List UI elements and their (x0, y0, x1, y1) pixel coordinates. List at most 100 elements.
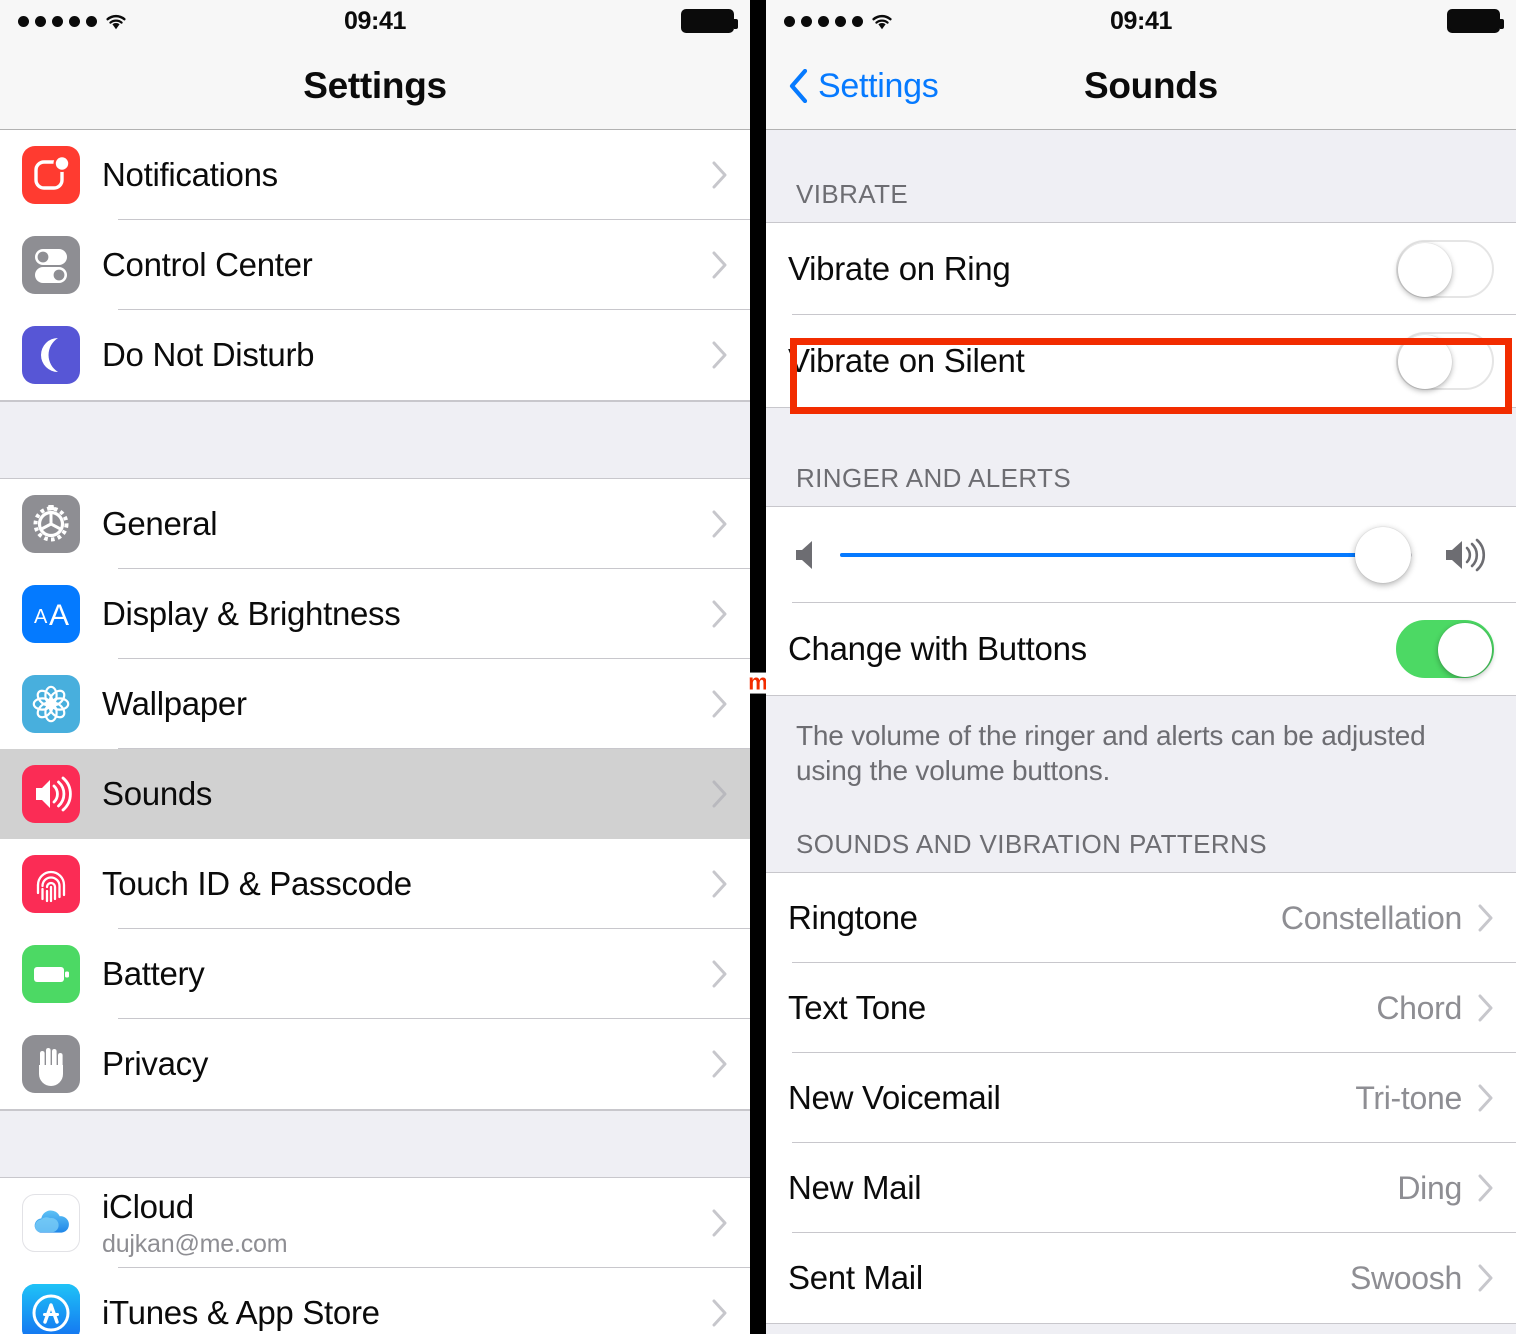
sidebar-item-display-brightness[interactable]: A A Display & Brightness (0, 569, 750, 659)
battery-status-icon (681, 9, 738, 33)
row-label: Ringtone (788, 899, 918, 936)
sidebar-item-do-not-disturb[interactable]: Do Not Disturb (0, 310, 750, 400)
chevron-right-icon (712, 251, 727, 279)
chevron-right-icon (712, 780, 727, 808)
row-label: New Mail (788, 1169, 922, 1206)
chevron-right-icon (712, 690, 727, 718)
status-bar-right: 09:41 (766, 0, 1516, 42)
sidebar-item-icloud[interactable]: iCloud dujkan@me.com (0, 1178, 750, 1268)
sidebar-item-label: General (102, 505, 218, 542)
sidebar-item-label: Privacy (102, 1045, 209, 1082)
vibrate-on-ring-toggle[interactable] (1396, 240, 1494, 298)
chevron-right-icon (712, 870, 727, 898)
battery-status-icon (1447, 9, 1504, 33)
change-with-buttons-toggle[interactable] (1396, 620, 1494, 678)
sidebar-item-label: Control Center (102, 246, 313, 283)
row-change-with-buttons[interactable]: Change with Buttons (766, 603, 1516, 695)
speaker-low-icon (796, 541, 812, 569)
sound-patterns-group: Ringtone Constellation Text Tone Chord N… (766, 872, 1516, 1324)
nav-bar-right: Settings Sounds (766, 42, 1516, 130)
row-sent-mail[interactable]: Sent Mail Swoosh (766, 1233, 1516, 1323)
sidebar-item-label: iTunes & App Store (102, 1294, 380, 1331)
sidebar-item-touch-id-passcode[interactable]: Touch ID & Passcode (0, 839, 750, 929)
row-label: Vibrate on Ring (788, 250, 1011, 287)
chevron-right-icon (712, 960, 727, 988)
row-label: New Voicemail (788, 1079, 1001, 1116)
sidebar-item-general[interactable]: General (0, 479, 750, 569)
sidebar-item-label: Notifications (102, 156, 278, 193)
text-size-icon: A A (22, 585, 80, 643)
icloud-icon (22, 1194, 80, 1252)
section-header-vibrate: VIBRATE (766, 130, 1516, 222)
sidebar-item-control-center[interactable]: Control Center (0, 220, 750, 310)
vibrate-group: Vibrate on Ring Vibrate on Silent (766, 222, 1516, 408)
svg-text:A: A (34, 606, 48, 628)
chevron-right-icon (712, 161, 727, 189)
row-vibrate-on-ring[interactable]: Vibrate on Ring (766, 223, 1516, 315)
section-gap-1 (0, 401, 750, 479)
row-value: Swoosh (1349, 1259, 1462, 1296)
fingerprint-icon (22, 855, 80, 913)
settings-group-3: iCloud dujkan@me.com iTunes & App Store (0, 1178, 750, 1334)
volume-slider[interactable] (840, 526, 1412, 584)
svg-text:A: A (49, 599, 69, 632)
row-label: Vibrate on Silent (788, 342, 1025, 379)
ringer-volume-row[interactable] (766, 507, 1516, 603)
row-ringtone[interactable]: Ringtone Constellation (766, 873, 1516, 963)
speaker-high-icon (1446, 538, 1486, 572)
sidebar-item-battery[interactable]: Battery (0, 929, 750, 1019)
volume-slider-knob[interactable] (1355, 527, 1412, 583)
chevron-right-icon (712, 600, 727, 628)
settings-list-scroll[interactable]: Notifications Control Center Do Not Dist… (0, 130, 750, 1334)
settings-group-1: Notifications Control Center Do Not Dist… (0, 130, 750, 401)
sidebar-item-notifications[interactable]: Notifications (0, 130, 750, 220)
section-header-ringer-and-alerts: RINGER AND ALERTS (766, 408, 1516, 506)
icloud-account-email: dujkan@me.com (102, 1229, 288, 1258)
chevron-right-icon (712, 341, 727, 369)
status-bar-time: 09:41 (344, 6, 406, 35)
sidebar-item-privacy[interactable]: Privacy (0, 1019, 750, 1109)
chevron-right-icon (712, 510, 727, 538)
sidebar-item-itunes-app-store[interactable]: iTunes & App Store (0, 1268, 750, 1334)
sidebar-item-label: Touch ID & Passcode (102, 865, 412, 902)
chevron-right-icon (712, 1209, 727, 1237)
row-value: Tri-tone (1355, 1079, 1462, 1116)
right-phone-sounds-screen: 09:41 Settings Sounds VIBRATE Vibrate on… (766, 0, 1516, 1334)
sidebar-item-label: Display & Brightness (102, 595, 401, 632)
section-gap-2 (0, 1110, 750, 1178)
section-footer-ringer: The volume of the ringer and alerts can … (766, 696, 1516, 816)
row-value: Chord (1376, 989, 1462, 1026)
appstore-icon (22, 1284, 80, 1334)
row-label: Sent Mail (788, 1259, 923, 1296)
moon-icon (22, 326, 80, 384)
sidebar-item-label: Do Not Disturb (102, 336, 315, 373)
page-title: Settings (303, 65, 447, 106)
chevron-right-icon (712, 1299, 727, 1327)
vibrate-on-silent-toggle[interactable] (1396, 332, 1494, 390)
sidebar-item-wallpaper[interactable]: Wallpaper (0, 659, 750, 749)
gear-icon (22, 495, 80, 553)
sidebar-item-sounds[interactable]: Sounds (0, 749, 750, 839)
row-new-mail[interactable]: New Mail Ding (766, 1143, 1516, 1233)
section-header-sounds-and-vibration-patterns: SOUNDS AND VIBRATION PATTERNS (766, 816, 1516, 872)
chevron-right-icon (712, 1050, 727, 1078)
row-new-voicemail[interactable]: New Voicemail Tri-tone (766, 1053, 1516, 1143)
notifications-icon (22, 146, 80, 204)
row-label: Change with Buttons (788, 630, 1087, 667)
row-text-tone[interactable]: Text Tone Chord (766, 963, 1516, 1053)
row-vibrate-on-silent[interactable]: Vibrate on Silent (766, 315, 1516, 407)
sidebar-item-label: Wallpaper (102, 685, 247, 722)
hand-icon (22, 1035, 80, 1093)
sidebar-item-label: iCloud (102, 1187, 194, 1225)
row-value: Constellation (1280, 899, 1462, 936)
sidebar-item-label: Battery (102, 955, 205, 992)
chevron-right-icon (1478, 994, 1493, 1022)
left-phone-settings-screen: 09:41 Settings Notifications Control Cen… (0, 0, 750, 1334)
nav-bar-left: Settings (0, 42, 750, 130)
status-bar-right-cluster (1447, 0, 1504, 42)
status-bar-right-cluster (681, 0, 738, 42)
sounds-list-scroll[interactable]: VIBRATE Vibrate on Ring Vibrate on Silen… (766, 130, 1516, 1334)
ringer-group: Change with Buttons (766, 506, 1516, 696)
row-value: Ding (1397, 1169, 1462, 1206)
flower-icon (22, 675, 80, 733)
